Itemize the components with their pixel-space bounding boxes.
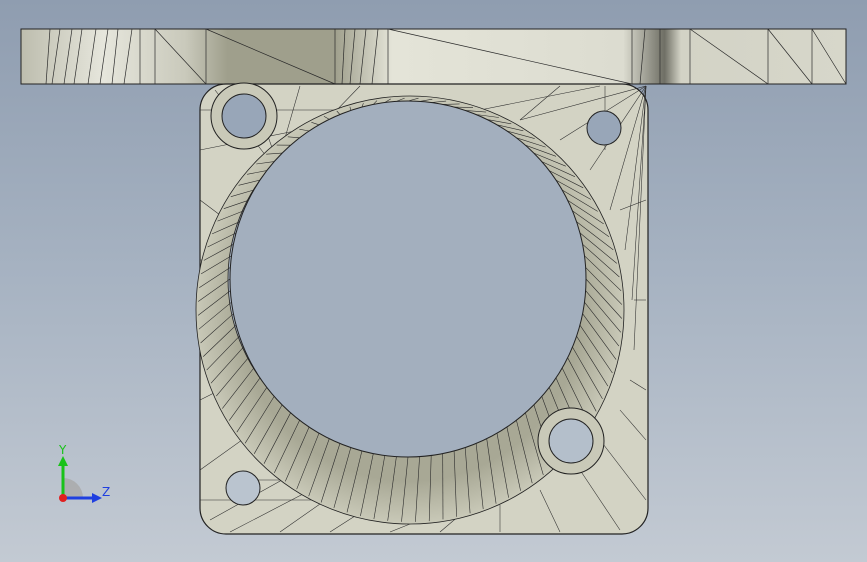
bore-hole[interactable]: [229, 100, 587, 458]
mounting-hole-bottom-left[interactable]: [225, 470, 261, 506]
mounting-hole-bottom-right[interactable]: [537, 407, 605, 475]
graphics-viewport[interactable]: Y Z: [0, 0, 867, 562]
y-axis-label: Y: [58, 443, 67, 457]
mounting-hole-top-right[interactable]: [586, 110, 622, 146]
z-axis-label: Z: [102, 485, 110, 499]
model-canvas[interactable]: [0, 0, 867, 562]
y-axis-arrow: [58, 456, 68, 466]
triad-xy-quadrant: [63, 478, 83, 498]
x-axis-dot: [59, 494, 67, 502]
z-axis-arrow: [92, 493, 102, 503]
top-flange[interactable]: [20, 28, 847, 85]
coordinate-triad: Y Z: [58, 443, 110, 503]
mounting-hole-top-left[interactable]: [210, 82, 278, 150]
